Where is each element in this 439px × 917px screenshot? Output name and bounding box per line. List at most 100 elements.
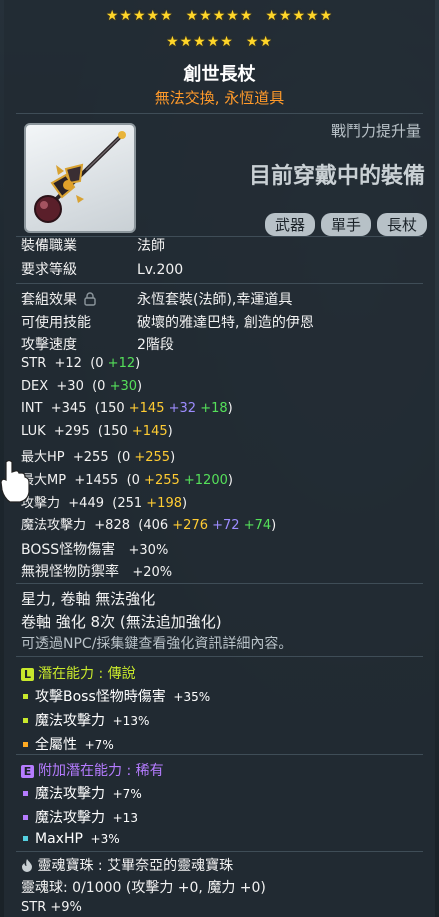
soul-label: 靈魂寶珠 bbox=[37, 858, 94, 874]
level-row: 要求等級 Lv.200 bbox=[21, 259, 183, 279]
additional-potential-line: MaxHP +3% bbox=[21, 831, 120, 847]
additional-potential-line-text: 魔法攻擊力 bbox=[35, 786, 105, 802]
soul-stat-line: STR +9% bbox=[21, 900, 82, 915]
stat-name: INT bbox=[21, 401, 43, 417]
job-value: 法師 bbox=[137, 238, 165, 254]
stat-bonus: +145 bbox=[127, 423, 168, 439]
star-force-row-2: ★★★★★ ★★ bbox=[4, 34, 435, 50]
stat-row: 最大MP +1455 (0 +255 +1200) bbox=[21, 469, 233, 488]
stat-total: +345 bbox=[42, 401, 95, 417]
potential-grade-icon: L bbox=[21, 667, 34, 681]
stat-name: STR bbox=[21, 356, 47, 371]
star-group: ★★★★★ bbox=[166, 34, 234, 50]
additional-potential-header: E 附加潛在能力 : 稀有 bbox=[21, 760, 164, 780]
skills-row: 可使用技能 破壞的雅達巴特, 創造的伊恩 bbox=[21, 312, 314, 332]
stat-bonus: +72 bbox=[208, 518, 240, 534]
soul-flame-icon bbox=[22, 859, 32, 872]
level-value: Lv.200 bbox=[137, 262, 184, 278]
ignore-def-row: 無視怪物防禦率 +20% bbox=[21, 561, 172, 581]
additional-potential-line-text: MaxHP bbox=[35, 831, 83, 847]
set-label: 套組效果 bbox=[21, 292, 77, 308]
trade-info: 無法交換, 永恆道具 bbox=[154, 89, 285, 107]
stat-base: (406 bbox=[138, 518, 169, 534]
divider bbox=[16, 283, 423, 284]
potential-line: 魔法攻擊力 +13% bbox=[21, 710, 149, 730]
soul-row: 靈魂寶珠 : 艾畢奈亞的靈魂寶珠 bbox=[21, 855, 233, 875]
potential-line: 攻擊Boss怪物時傷害 +35% bbox=[21, 686, 210, 706]
stat-close: ) bbox=[227, 473, 233, 488]
stat-base: (0 bbox=[92, 378, 106, 394]
upgrade-line-2: 卷軸 強化 8次 (無法追加強化) bbox=[21, 613, 222, 631]
upgrade-line-1: 星力, 卷軸 無法強化 bbox=[21, 590, 156, 608]
bullet-icon bbox=[23, 693, 28, 699]
speed-value: 2階段 bbox=[137, 337, 174, 353]
stat-total: +1455 bbox=[66, 473, 127, 488]
stat-close: ) bbox=[182, 495, 188, 511]
stat-close: ) bbox=[167, 423, 173, 439]
upgrade-note: 可透過NPC/採集鍵查看強化資訊詳細內容。 bbox=[21, 636, 293, 652]
soul-gauge-line: 靈魂球: 0/1000 (攻擊力 +0, 魔力 +0) bbox=[21, 880, 266, 896]
stat-base: (150 bbox=[97, 423, 128, 439]
additional-potential-title: 附加潛在能力 : bbox=[38, 763, 136, 779]
category-tags: 武器 單手 長杖 bbox=[259, 213, 427, 236]
stat-close: ) bbox=[170, 450, 176, 466]
stat-row: 最大HP +255 (0 +255) bbox=[21, 446, 175, 465]
additional-potential-rank: 稀有 bbox=[135, 763, 164, 779]
potential-title: 潛在能力 : bbox=[38, 666, 108, 682]
set-value: 永恆套裝(法師),幸運道具 bbox=[137, 292, 293, 308]
additional-potential-line-text: 魔法攻擊力 bbox=[35, 810, 105, 826]
boss-damage-value: +30% bbox=[128, 543, 169, 558]
star-group: ★★ bbox=[245, 34, 273, 50]
bullet-icon bbox=[23, 814, 28, 820]
stat-total: +30 bbox=[48, 378, 93, 394]
speed-label: 攻擊速度 bbox=[21, 337, 77, 353]
stat-row: LUK +295 (150 +145) bbox=[21, 424, 173, 439]
stat-row: 魔法攻擊力 +828 (406 +276 +72 +74) bbox=[21, 514, 276, 533]
stat-base: (150 bbox=[94, 401, 125, 417]
bullet-icon bbox=[23, 835, 28, 841]
potential-header: L 潛在能力 : 傳說 bbox=[21, 663, 136, 683]
divider bbox=[16, 113, 423, 114]
stat-bonus: +1200 bbox=[179, 473, 228, 488]
stat-bonus: +74 bbox=[239, 518, 272, 534]
stat-close: ) bbox=[137, 378, 143, 394]
star-group: ★★★★★ bbox=[185, 8, 254, 24]
additional-potential-line-value: +13 bbox=[105, 811, 138, 825]
divider bbox=[16, 656, 423, 657]
staff-icon bbox=[34, 131, 126, 223]
stat-base: (0 bbox=[116, 450, 131, 466]
stat-bonus: +18 bbox=[196, 401, 228, 417]
boss-damage-row: BOSS怪物傷害 +30% bbox=[21, 539, 168, 559]
stat-name: LUK bbox=[21, 423, 46, 439]
equipped-label: 目前穿戴中的裝備 bbox=[248, 164, 425, 189]
stat-total: +449 bbox=[60, 495, 113, 511]
bullet-icon bbox=[23, 717, 28, 723]
stat-bonus: +12 bbox=[103, 356, 136, 371]
ignore-def-label: 無視怪物防禦率 bbox=[21, 564, 119, 580]
stat-bonus: +30 bbox=[105, 378, 138, 394]
stat-bonus: +255 bbox=[139, 473, 180, 488]
tag-weapon: 武器 bbox=[264, 213, 315, 236]
stat-close: ) bbox=[227, 401, 233, 417]
potential-line-text: 全屬性 bbox=[35, 737, 77, 753]
ignore-def-value: +20% bbox=[132, 565, 173, 580]
lock-icon bbox=[84, 292, 97, 306]
stat-total: +255 bbox=[64, 450, 117, 466]
item-icon-frame bbox=[24, 123, 136, 233]
bullet-icon bbox=[23, 741, 28, 747]
stat-row: INT +345 (150 +145 +32 +18) bbox=[21, 401, 233, 416]
job-label: 裝備職業 bbox=[21, 238, 77, 254]
stat-close: ) bbox=[271, 518, 277, 534]
stat-base: (251 bbox=[112, 495, 143, 511]
additional-potential-grade-icon: E bbox=[21, 764, 34, 778]
tag-staff: 長杖 bbox=[376, 213, 427, 236]
stat-total: +295 bbox=[45, 423, 98, 439]
potential-line-value: +7% bbox=[77, 738, 114, 752]
job-row: 裝備職業 法師 bbox=[21, 235, 165, 255]
combat-power-label: 戰鬥力提升量 bbox=[330, 122, 421, 140]
potential-line-value: +35% bbox=[165, 690, 211, 704]
stat-base: (0 bbox=[126, 473, 140, 488]
divider bbox=[16, 583, 423, 584]
stat-total: +828 bbox=[86, 518, 139, 534]
potential-line-text: 攻擊Boss怪物時傷害 bbox=[35, 689, 166, 705]
